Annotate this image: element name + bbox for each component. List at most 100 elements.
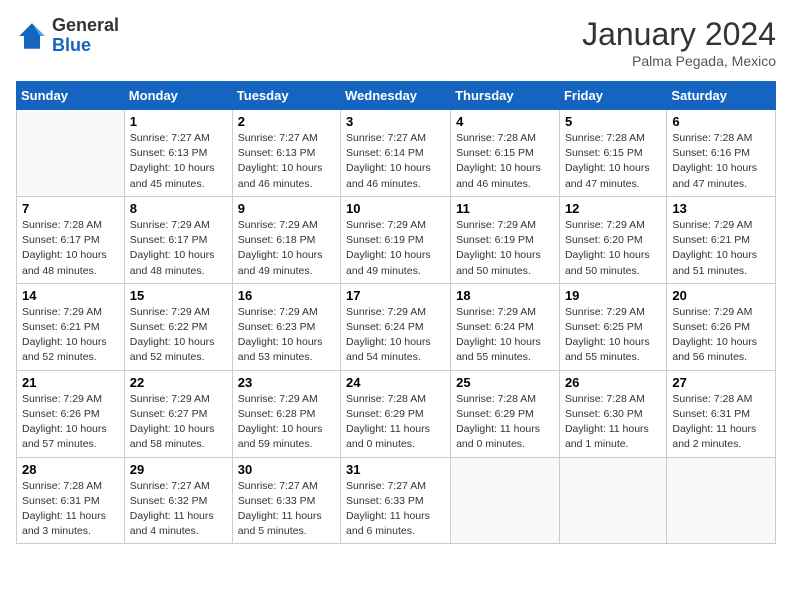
day-number: 13 bbox=[672, 201, 770, 216]
day-info: Sunrise: 7:27 AMSunset: 6:14 PMDaylight:… bbox=[346, 131, 445, 192]
day-number: 17 bbox=[346, 288, 445, 303]
day-info: Sunrise: 7:29 AMSunset: 6:21 PMDaylight:… bbox=[672, 218, 770, 279]
day-number: 20 bbox=[672, 288, 770, 303]
day-info: Sunrise: 7:29 AMSunset: 6:25 PMDaylight:… bbox=[565, 305, 661, 366]
day-cell bbox=[17, 110, 125, 197]
day-info: Sunrise: 7:29 AMSunset: 6:22 PMDaylight:… bbox=[130, 305, 227, 366]
day-cell: 15 Sunrise: 7:29 AMSunset: 6:22 PMDayligh… bbox=[124, 283, 232, 370]
calendar-body: 1Sunrise: 7:27 AMSunset: 6:13 PMDaylight… bbox=[17, 110, 776, 544]
header-monday: Monday bbox=[124, 82, 232, 110]
day-info: Sunrise: 7:29 AMSunset: 6:23 PMDaylight:… bbox=[238, 305, 335, 366]
day-number: 31 bbox=[346, 462, 445, 477]
day-number: 7 bbox=[22, 201, 119, 216]
day-number: 8 bbox=[130, 201, 227, 216]
day-cell bbox=[667, 457, 776, 544]
day-number: 9 bbox=[238, 201, 335, 216]
day-cell: 24 Sunrise: 7:28 AMSunset: 6:29 PMDayligh… bbox=[341, 370, 451, 457]
day-cell: 22 Sunrise: 7:29 AMSunset: 6:27 PMDayligh… bbox=[124, 370, 232, 457]
day-cell: 13 Sunrise: 7:29 AMSunset: 6:21 PMDayligh… bbox=[667, 196, 776, 283]
day-number: 22 bbox=[130, 375, 227, 390]
day-cell: 30Sunrise: 7:27 AMSunset: 6:33 PMDayligh… bbox=[232, 457, 340, 544]
day-cell: 28 Sunrise: 7:28 AMSunset: 6:31 PMDayligh… bbox=[17, 457, 125, 544]
day-number: 28 bbox=[22, 462, 119, 477]
day-info: Sunrise: 7:28 AMSunset: 6:31 PMDaylight:… bbox=[22, 479, 119, 540]
logo-icon bbox=[16, 20, 48, 52]
day-info: Sunrise: 7:28 AMSunset: 6:16 PMDaylight:… bbox=[672, 131, 770, 192]
day-info: Sunrise: 7:28 AMSunset: 6:15 PMDaylight:… bbox=[565, 131, 661, 192]
day-cell: 26Sunrise: 7:28 AMSunset: 6:30 PMDayligh… bbox=[559, 370, 666, 457]
day-info: Sunrise: 7:29 AMSunset: 6:20 PMDaylight:… bbox=[565, 218, 661, 279]
day-cell bbox=[559, 457, 666, 544]
day-info: Sunrise: 7:28 AMSunset: 6:15 PMDaylight:… bbox=[456, 131, 554, 192]
week-row-4: 21 Sunrise: 7:29 AMSunset: 6:26 PMDayligh… bbox=[17, 370, 776, 457]
day-cell: 7 Sunrise: 7:28 AMSunset: 6:17 PMDaylight… bbox=[17, 196, 125, 283]
day-cell: 5 Sunrise: 7:28 AMSunset: 6:15 PMDaylight… bbox=[559, 110, 666, 197]
day-cell: 16Sunrise: 7:29 AMSunset: 6:23 PMDayligh… bbox=[232, 283, 340, 370]
day-cell: 8 Sunrise: 7:29 AMSunset: 6:17 PMDaylight… bbox=[124, 196, 232, 283]
day-info: Sunrise: 7:27 AMSunset: 6:13 PMDaylight:… bbox=[238, 131, 335, 192]
week-row-5: 28 Sunrise: 7:28 AMSunset: 6:31 PMDayligh… bbox=[17, 457, 776, 544]
day-cell: 19Sunrise: 7:29 AMSunset: 6:25 PMDayligh… bbox=[559, 283, 666, 370]
header-tuesday: Tuesday bbox=[232, 82, 340, 110]
day-cell: 20Sunrise: 7:29 AMSunset: 6:26 PMDayligh… bbox=[667, 283, 776, 370]
day-info: Sunrise: 7:28 AMSunset: 6:29 PMDaylight:… bbox=[346, 392, 445, 453]
day-info: Sunrise: 7:29 AMSunset: 6:28 PMDaylight:… bbox=[238, 392, 335, 453]
day-number: 21 bbox=[22, 375, 119, 390]
day-number: 5 bbox=[565, 114, 661, 129]
day-cell: 31 Sunrise: 7:27 AMSunset: 6:33 PMDayligh… bbox=[341, 457, 451, 544]
day-info: Sunrise: 7:29 AMSunset: 6:26 PMDaylight:… bbox=[22, 392, 119, 453]
week-row-2: 7 Sunrise: 7:28 AMSunset: 6:17 PMDaylight… bbox=[17, 196, 776, 283]
day-info: Sunrise: 7:27 AMSunset: 6:33 PMDaylight:… bbox=[346, 479, 445, 540]
day-number: 4 bbox=[456, 114, 554, 129]
day-number: 14 bbox=[22, 288, 119, 303]
day-cell: 17 Sunrise: 7:29 AMSunset: 6:24 PMDayligh… bbox=[341, 283, 451, 370]
location: Palma Pegada, Mexico bbox=[582, 53, 776, 69]
day-info: Sunrise: 7:29 AMSunset: 6:21 PMDaylight:… bbox=[22, 305, 119, 366]
day-number: 26 bbox=[565, 375, 661, 390]
day-number: 15 bbox=[130, 288, 227, 303]
day-cell bbox=[451, 457, 560, 544]
logo-text: General Blue bbox=[52, 16, 119, 56]
day-number: 25 bbox=[456, 375, 554, 390]
day-info: Sunrise: 7:29 AMSunset: 6:17 PMDaylight:… bbox=[130, 218, 227, 279]
day-cell: 12 Sunrise: 7:29 AMSunset: 6:20 PMDayligh… bbox=[559, 196, 666, 283]
header-row: SundayMondayTuesdayWednesdayThursdayFrid… bbox=[17, 82, 776, 110]
header-thursday: Thursday bbox=[451, 82, 560, 110]
day-number: 27 bbox=[672, 375, 770, 390]
day-info: Sunrise: 7:28 AMSunset: 6:17 PMDaylight:… bbox=[22, 218, 119, 279]
day-number: 29 bbox=[130, 462, 227, 477]
day-cell: 14 Sunrise: 7:29 AMSunset: 6:21 PMDayligh… bbox=[17, 283, 125, 370]
day-number: 24 bbox=[346, 375, 445, 390]
day-info: Sunrise: 7:29 AMSunset: 6:19 PMDaylight:… bbox=[456, 218, 554, 279]
logo-general: General bbox=[52, 16, 119, 36]
month-year: January 2024 bbox=[582, 16, 776, 53]
header-wednesday: Wednesday bbox=[341, 82, 451, 110]
day-cell: 2Sunrise: 7:27 AMSunset: 6:13 PMDaylight… bbox=[232, 110, 340, 197]
page-header: General Blue January 2024 Palma Pegada, … bbox=[16, 16, 776, 69]
day-cell: 23Sunrise: 7:29 AMSunset: 6:28 PMDayligh… bbox=[232, 370, 340, 457]
header-friday: Friday bbox=[559, 82, 666, 110]
day-cell: 4 Sunrise: 7:28 AMSunset: 6:15 PMDaylight… bbox=[451, 110, 560, 197]
day-number: 12 bbox=[565, 201, 661, 216]
title-block: January 2024 Palma Pegada, Mexico bbox=[582, 16, 776, 69]
week-row-3: 14 Sunrise: 7:29 AMSunset: 6:21 PMDayligh… bbox=[17, 283, 776, 370]
day-info: Sunrise: 7:29 AMSunset: 6:19 PMDaylight:… bbox=[346, 218, 445, 279]
day-info: Sunrise: 7:27 AMSunset: 6:13 PMDaylight:… bbox=[130, 131, 227, 192]
day-info: Sunrise: 7:27 AMSunset: 6:33 PMDaylight:… bbox=[238, 479, 335, 540]
day-cell: 21 Sunrise: 7:29 AMSunset: 6:26 PMDayligh… bbox=[17, 370, 125, 457]
day-info: Sunrise: 7:29 AMSunset: 6:24 PMDaylight:… bbox=[346, 305, 445, 366]
day-cell: 1Sunrise: 7:27 AMSunset: 6:13 PMDaylight… bbox=[124, 110, 232, 197]
day-cell: 10Sunrise: 7:29 AMSunset: 6:19 PMDayligh… bbox=[341, 196, 451, 283]
header-saturday: Saturday bbox=[667, 82, 776, 110]
day-info: Sunrise: 7:28 AMSunset: 6:29 PMDaylight:… bbox=[456, 392, 554, 453]
day-cell: 3Sunrise: 7:27 AMSunset: 6:14 PMDaylight… bbox=[341, 110, 451, 197]
day-info: Sunrise: 7:29 AMSunset: 6:27 PMDaylight:… bbox=[130, 392, 227, 453]
day-info: Sunrise: 7:29 AMSunset: 6:18 PMDaylight:… bbox=[238, 218, 335, 279]
day-cell: 6 Sunrise: 7:28 AMSunset: 6:16 PMDaylight… bbox=[667, 110, 776, 197]
calendar-header: SundayMondayTuesdayWednesdayThursdayFrid… bbox=[17, 82, 776, 110]
day-info: Sunrise: 7:28 AMSunset: 6:31 PMDaylight:… bbox=[672, 392, 770, 453]
day-number: 6 bbox=[672, 114, 770, 129]
calendar-table: SundayMondayTuesdayWednesdayThursdayFrid… bbox=[16, 81, 776, 544]
day-info: Sunrise: 7:29 AMSunset: 6:24 PMDaylight:… bbox=[456, 305, 554, 366]
day-info: Sunrise: 7:27 AMSunset: 6:32 PMDaylight:… bbox=[130, 479, 227, 540]
